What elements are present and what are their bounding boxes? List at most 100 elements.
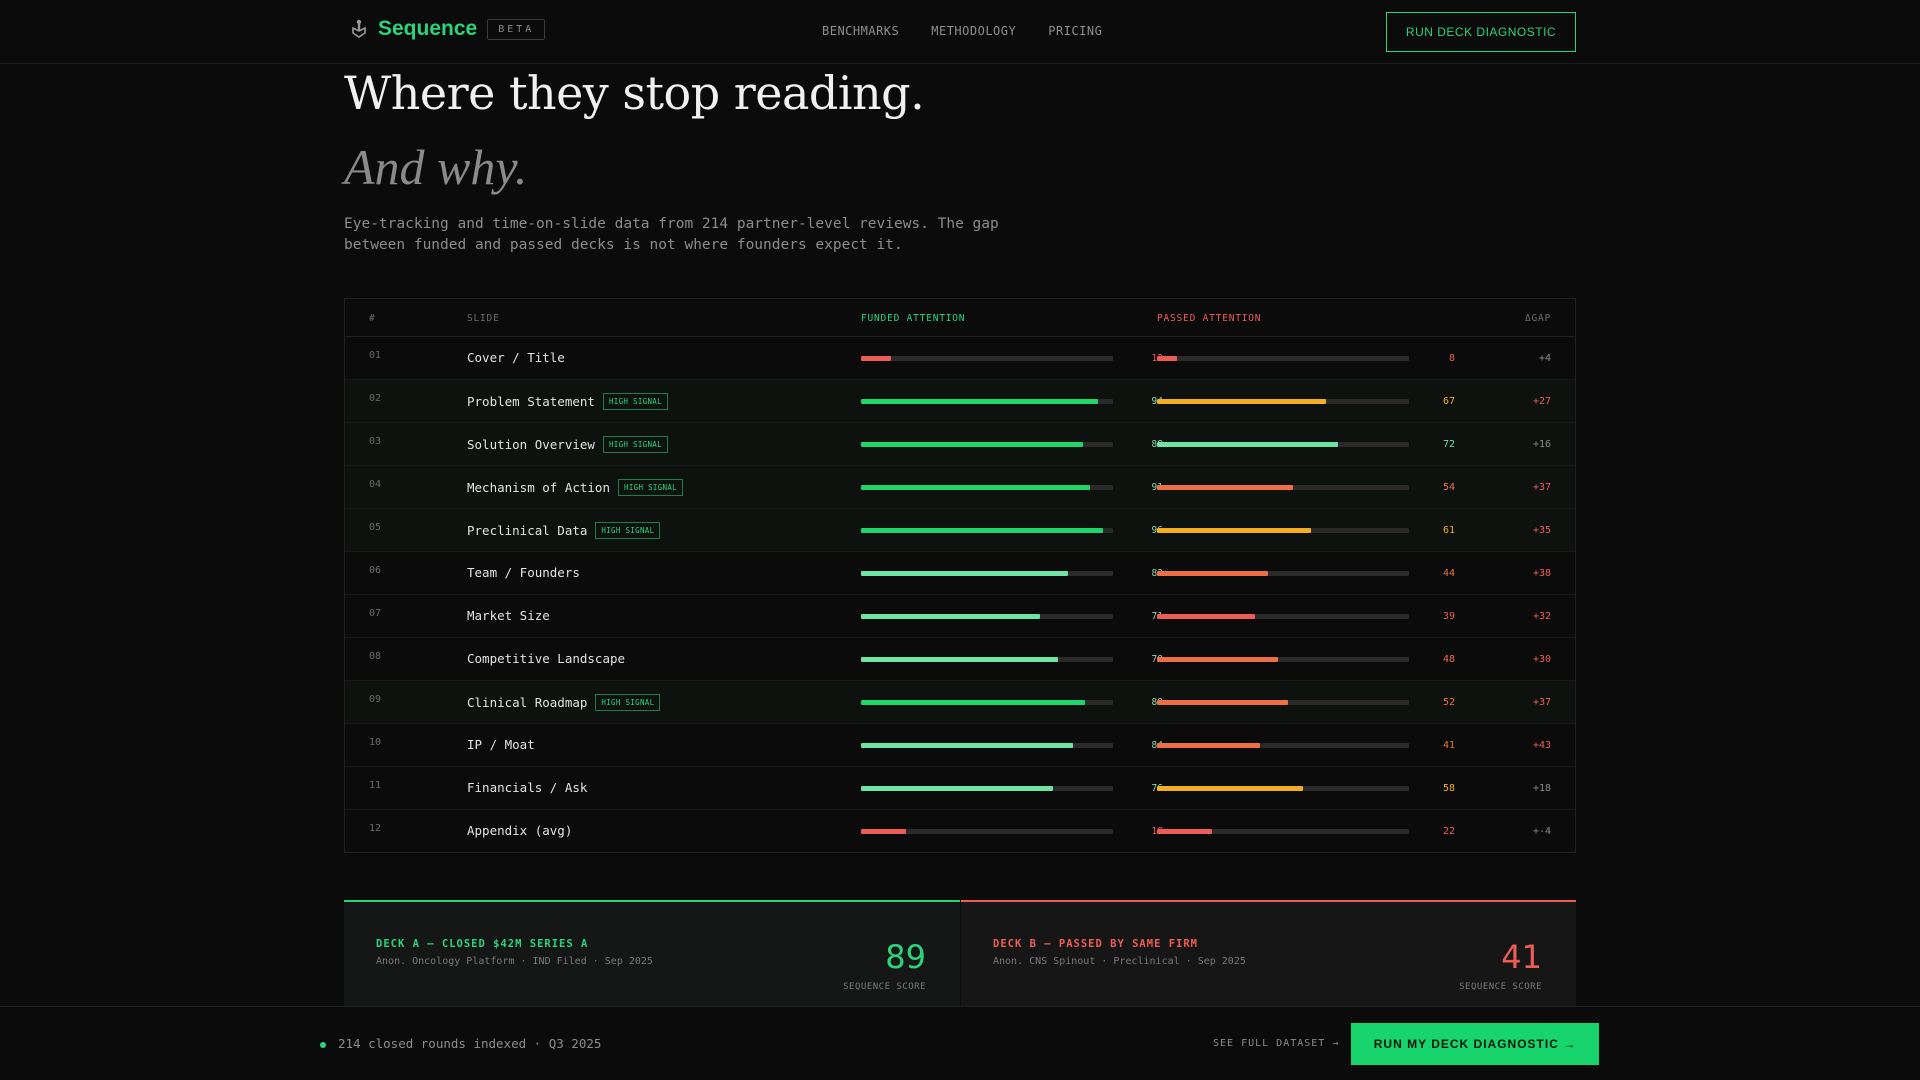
passed-attention-bar (1157, 528, 1409, 533)
passed-attention-bar (1157, 657, 1409, 662)
passed-attention-bar (1157, 700, 1409, 705)
passed-attention-fill (1157, 786, 1304, 791)
passed-attention-fill (1157, 657, 1278, 662)
table-row[interactable]: 08Competitive Landscape7848+30 (345, 638, 1575, 681)
table-row[interactable]: 05Preclinical DataHIGH SIGNAL9661+35 (345, 509, 1575, 552)
high-signal-badge: HIGH SIGNAL (602, 393, 668, 410)
funded-attention-fill (861, 700, 1086, 705)
live-status-dot-icon (320, 1042, 326, 1048)
passed-attention-bar (1157, 571, 1409, 576)
slide-name: Team / Founders (467, 565, 580, 580)
slide-name: Problem Statement (467, 394, 595, 409)
passed-attention-bar (1157, 614, 1409, 619)
funded-attention-bar (861, 571, 1113, 576)
passed-attention-bar (1157, 442, 1409, 447)
high-signal-badge: HIGH SIGNAL (595, 522, 661, 539)
deck-b-title: DECK B — PASSED BY SAME FIRM (993, 938, 1199, 950)
passed-attention-fill (1157, 399, 1326, 404)
passed-attention-value: 44 (1442, 568, 1455, 579)
table-row[interactable]: 01Cover / Title128+4 (345, 337, 1575, 380)
brand-name: Sequence (378, 17, 478, 40)
slide-name: Preclinical Data (467, 523, 588, 538)
slide-cell: Financials / Ask (467, 780, 587, 795)
attention-gap-value: +16 (1532, 439, 1551, 450)
funded-attention-fill (861, 399, 1098, 404)
table-row[interactable]: 12Appendix (avg)1822+-4 (345, 810, 1575, 853)
run-my-deck-diagnostic-button[interactable]: RUN MY DECK DIAGNOSTIC → (1351, 1023, 1599, 1065)
deck-a-card[interactable]: DECK A — CLOSED $42M SERIES A Anon. Onco… (344, 900, 960, 1006)
passed-attention-bar (1157, 829, 1409, 834)
passed-attention-bar (1157, 356, 1409, 361)
passed-attention-value: 39 (1442, 611, 1455, 622)
attention-gap-value: +18 (1532, 783, 1551, 794)
table-row[interactable]: 02Problem StatementHIGH SIGNAL9467+27 (345, 380, 1575, 423)
nav-links: BENCHMARKS METHODOLOGY PRICING (822, 24, 1102, 38)
attention-gap-value: +-4 (1532, 826, 1551, 837)
deck-a-score-label: SEQUENCE SCORE (843, 982, 926, 992)
attention-gap-value: +37 (1532, 697, 1551, 708)
column-header-num: # (369, 313, 376, 324)
funded-attention-fill (861, 743, 1073, 748)
table-row[interactable]: 07Market Size7139+32 (345, 595, 1575, 638)
page-title: Where they stop reading. (344, 66, 925, 120)
attention-gap-value: +30 (1532, 654, 1551, 665)
slide-cell: Problem Statement HIGH SIGNAL (467, 393, 668, 410)
funded-attention-bar (861, 786, 1113, 791)
row-number: 04 (369, 479, 382, 490)
passed-attention-value: 22 (1442, 826, 1455, 837)
deck-b-meta: Anon. CNS Spinout · Preclinical · Sep 20… (993, 956, 1246, 967)
beta-badge: BETA (487, 18, 546, 40)
row-number: 10 (369, 737, 382, 748)
funded-attention-fill (861, 614, 1040, 619)
table-row[interactable]: 03Solution OverviewHIGH SIGNAL8872+16 (345, 423, 1575, 466)
run-deck-diagnostic-button[interactable]: RUN DECK DIAGNOSTIC (1386, 12, 1576, 52)
passed-attention-value: 58 (1442, 783, 1455, 794)
nav-link-pricing[interactable]: PRICING (1048, 24, 1102, 38)
high-signal-badge: HIGH SIGNAL (618, 479, 683, 496)
deck-b-card[interactable]: DECK B — PASSED BY SAME FIRM Anon. CNS S… (961, 900, 1576, 1006)
funded-attention-fill (861, 829, 907, 834)
slide-cell: Competitive Landscape (467, 651, 625, 666)
table-row[interactable]: 04Mechanism of ActionHIGH SIGNAL9154+37 (345, 466, 1575, 509)
passed-attention-bar (1157, 399, 1409, 404)
attention-gap-value: +37 (1532, 482, 1551, 493)
funded-attention-bar (861, 743, 1113, 748)
column-header-passed: PASSED ATTENTION (1157, 313, 1262, 324)
row-number: 07 (369, 608, 382, 619)
column-header-funded: FUNDED ATTENTION (861, 313, 966, 324)
funded-attention-bar (861, 399, 1113, 404)
row-number: 01 (369, 350, 382, 361)
slide-cell: Solution Overview HIGH SIGNAL (467, 436, 668, 453)
table-row[interactable]: 10IP / Moat8441+43 (345, 724, 1575, 767)
table-header: # SLIDE FUNDED ATTENTION PASSED ATTENTIO… (345, 299, 1575, 337)
passed-attention-value: 72 (1442, 439, 1455, 450)
brand-logo[interactable]: Sequence BETA (350, 17, 546, 41)
table-row[interactable]: 06Team / Founders8244+38 (345, 552, 1575, 595)
slide-name: Solution Overview (467, 437, 595, 452)
sequence-logo-icon (352, 19, 366, 38)
passed-attention-fill (1157, 356, 1178, 361)
see-full-dataset-link[interactable]: SEE FULL DATASET → (1213, 1038, 1339, 1049)
slide-name: IP / Moat (467, 737, 535, 752)
funded-attention-fill (861, 356, 892, 361)
index-status-text: 214 closed rounds indexed · Q3 2025 (338, 1036, 602, 1051)
attention-gap-value: +35 (1532, 525, 1551, 536)
slide-cell: Team / Founders (467, 565, 580, 580)
funded-attention-fill (861, 442, 1083, 447)
attention-gap-value: +4 (1538, 353, 1551, 364)
attention-gap-value: +43 (1532, 740, 1551, 751)
slide-name: Cover / Title (467, 350, 565, 365)
table-row[interactable]: 09Clinical RoadmapHIGH SIGNAL8952+37 (345, 681, 1575, 724)
bottom-bar: 214 closed rounds indexed · Q3 2025 SEE … (0, 1006, 1920, 1080)
slide-name: Competitive Landscape (467, 651, 626, 666)
table-row[interactable]: 11Financials / Ask7658+18 (345, 767, 1575, 810)
deck-a-meta: Anon. Oncology Platform · IND Filed · Se… (376, 956, 653, 967)
table-body: 01 Cover / Title 12 8 +4 02 Problem Statement H… (345, 337, 1575, 853)
nav-link-methodology[interactable]: METHODOLOGY (931, 24, 1016, 38)
nav-link-benchmarks[interactable]: BENCHMARKS (822, 24, 899, 38)
passed-attention-value: 8 (1448, 353, 1455, 364)
funded-attention-bar (861, 356, 1113, 361)
funded-attention-bar (861, 829, 1113, 834)
passed-attention-fill (1157, 528, 1311, 533)
row-number: 06 (369, 565, 382, 576)
